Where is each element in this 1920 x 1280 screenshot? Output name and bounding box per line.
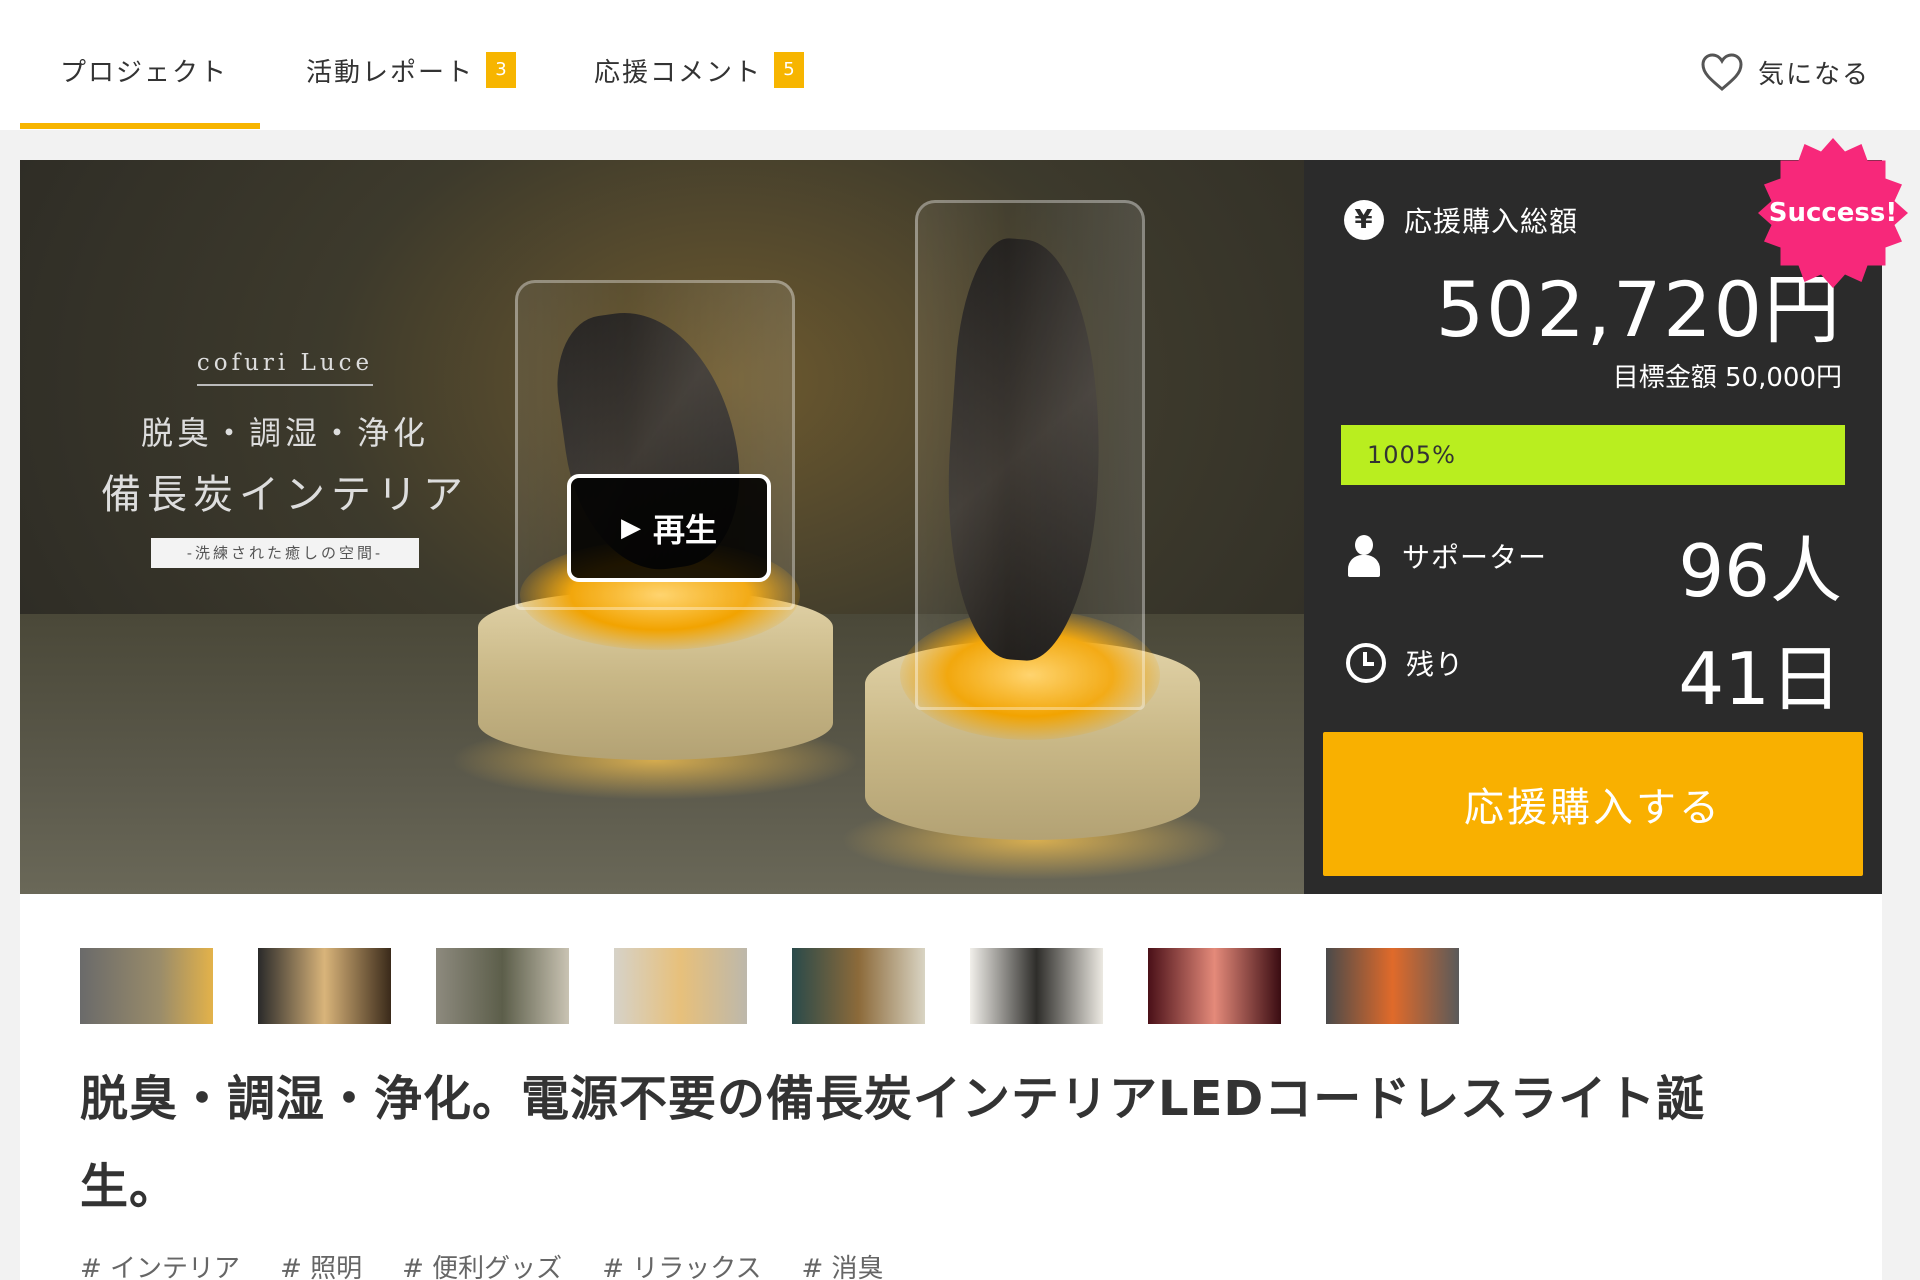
total-amount-label: 応援購入総額 [1404, 205, 1579, 238]
clock-icon [1346, 643, 1386, 683]
yen-icon: ¥ [1344, 200, 1384, 240]
tab-activity-report-label: 活動レポート [306, 57, 475, 88]
remaining-days-value: 41日 [1678, 637, 1842, 721]
play-label: 再生 [652, 511, 717, 549]
gallery-thumbnail[interactable] [80, 948, 213, 1024]
funding-progress-text: 1005% [1367, 441, 1456, 469]
tab-support-comments[interactable]: 応援コメント 5 [594, 50, 805, 90]
support-purchase-button[interactable]: 応援購入する [1323, 732, 1863, 876]
total-amount-label-row: ¥ 応援購入総額 [1344, 200, 1578, 240]
brand-main-text: 備長炭インテリア [101, 472, 469, 518]
tag-list: # インテリア # 照明 # 便利グッズ # リラックス # 消臭 [80, 1248, 884, 1280]
funding-stats-panel: ¥ 応援購入総額 502,720円 目標金額 50,000円 1005% サポー… [1304, 160, 1882, 894]
activity-report-count-badge: 3 [486, 52, 517, 88]
tag-link[interactable]: # リラックス [602, 1248, 761, 1280]
project-title: 脱臭・調湿・浄化。電源不要の備長炭インテリアLEDコードレスライト誕生。 [80, 1071, 1706, 1215]
tag-link[interactable]: # 消臭 [801, 1248, 883, 1280]
gallery-thumbnail[interactable] [436, 948, 569, 1024]
tab-support-comments-label: 応援コメント [594, 57, 763, 88]
heart-icon [1701, 53, 1743, 91]
tag-link[interactable]: # 便利グッズ [402, 1248, 562, 1280]
funding-progress-bar: 1005% [1341, 425, 1845, 485]
active-tab-underline [20, 123, 260, 129]
brand-tagline: -洗練された癒しの空間- [151, 538, 419, 568]
favorite-button[interactable]: 気になる [1700, 50, 1870, 94]
tag-link[interactable]: # 照明 [280, 1248, 362, 1280]
gallery-thumbnail[interactable] [1148, 948, 1281, 1024]
gallery-thumbnail[interactable] [1326, 948, 1459, 1024]
top-tab-bar: プロジェクト 活動レポート 3 応援コメント 5 気になる [0, 0, 1920, 130]
gallery-thumbnail[interactable] [614, 948, 747, 1024]
hero-image[interactable]: cofuri Luce 脱臭・調湿・浄化 備長炭インテリア -洗練された癒しの空… [20, 160, 1304, 894]
gallery-thumbnail[interactable] [970, 948, 1103, 1024]
success-badge: Success! [1758, 138, 1908, 288]
supporters-value: 96人 [1678, 529, 1842, 613]
supporters-label: サポーター [1402, 541, 1548, 574]
tab-activity-report[interactable]: 活動レポート 3 [306, 50, 517, 90]
gallery-thumbnail[interactable] [258, 948, 391, 1024]
goal-amount: 目標金額 50,000円 [1612, 363, 1842, 393]
remaining-label-row: 残り [1346, 643, 1464, 683]
thumbnail-strip [80, 948, 1459, 1024]
gallery-thumbnail[interactable] [792, 948, 925, 1024]
tag-link[interactable]: # インテリア [80, 1248, 240, 1280]
remaining-label: 残り [1406, 648, 1465, 681]
brand-subtitle: 脱臭・調湿・浄化 [140, 414, 429, 452]
person-icon [1346, 535, 1382, 577]
glass-jar [915, 200, 1145, 710]
project-card: cofuri Luce 脱臭・調湿・浄化 備長炭インテリア -洗練された癒しの空… [20, 160, 1882, 1280]
supporters-label-row: サポーター [1346, 535, 1547, 577]
video-play-button[interactable]: ▶ 再生 [567, 474, 771, 582]
tab-project[interactable]: プロジェクト [60, 50, 228, 90]
hero-brand-text: cofuri Luce 脱臭・調湿・浄化 備長炭インテリア -洗練された癒しの空… [80, 350, 490, 568]
play-icon: ▶ [620, 513, 641, 543]
favorite-label: 気になる [1757, 59, 1870, 90]
tab-project-label: プロジェクト [60, 57, 229, 88]
support-comments-count-badge: 5 [774, 52, 805, 88]
brand-name: cofuri Luce [196, 350, 374, 386]
